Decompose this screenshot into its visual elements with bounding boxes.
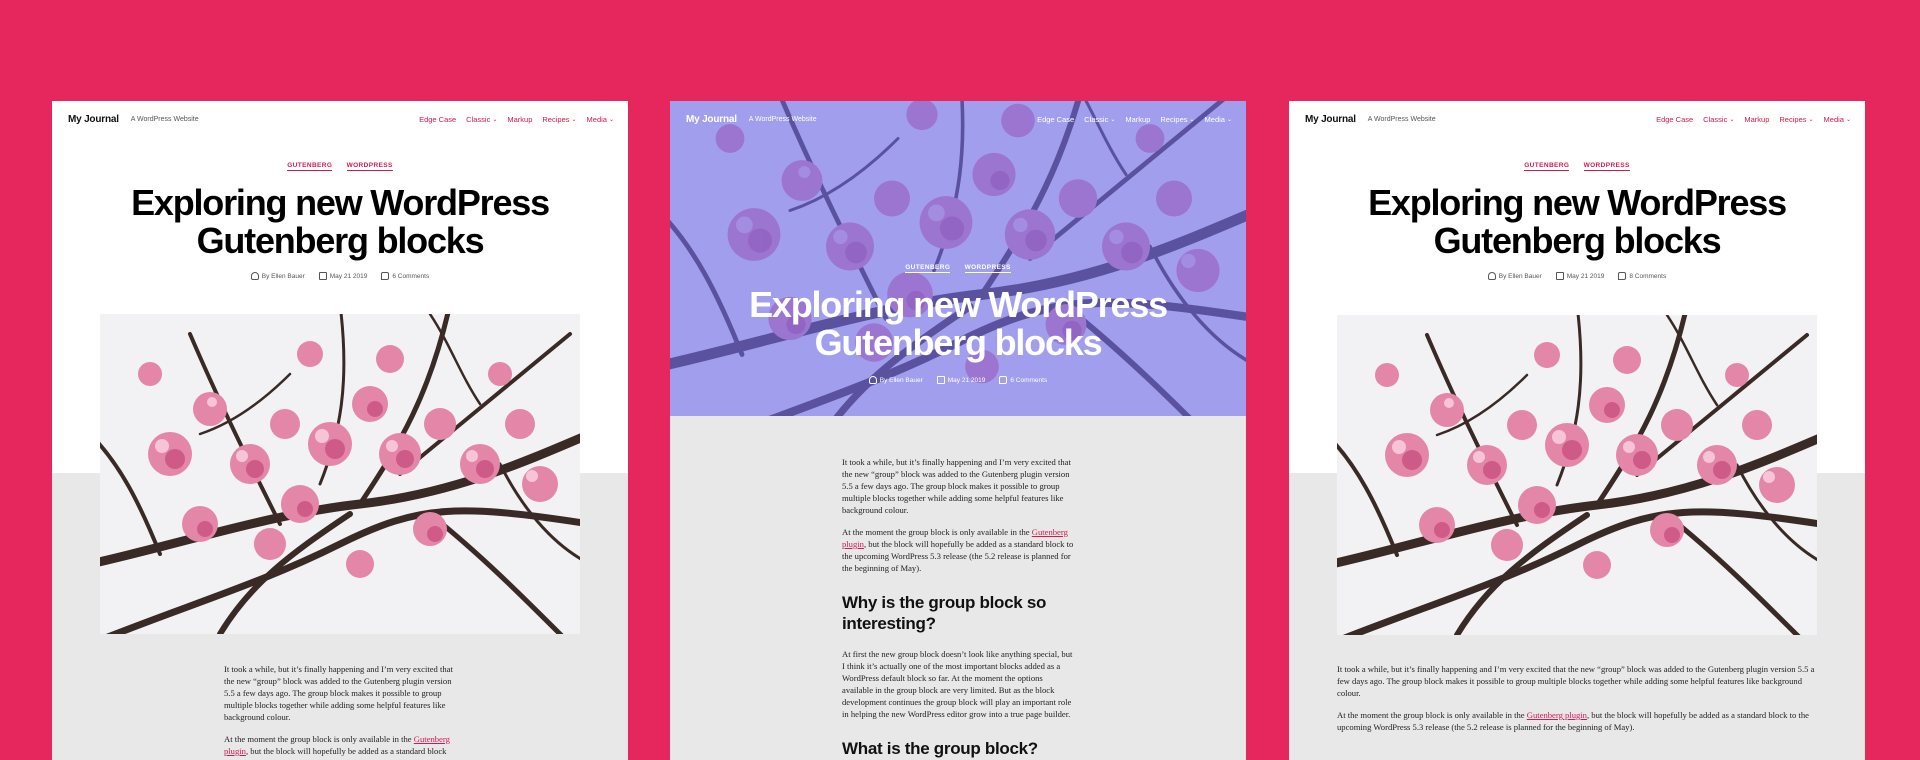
nav-item-recipes[interactable]: Recipes ⌄ xyxy=(1779,115,1813,124)
cherry-blossom-photo xyxy=(1337,315,1817,635)
post-categories: GUTENBERG WORDPRESS xyxy=(1289,162,1865,171)
calendar-icon xyxy=(936,376,945,384)
post-content: It took a while, but it’s finally happen… xyxy=(1337,663,1817,743)
chevron-down-icon: ⌄ xyxy=(1808,116,1814,123)
featured-image xyxy=(100,314,580,634)
category-link-gutenberg[interactable]: GUTENBERG xyxy=(905,264,951,273)
paragraph: At first the new group block doesn’t loo… xyxy=(842,649,1073,719)
nav-item-edge-case[interactable]: Edge Case xyxy=(1037,115,1074,124)
nav-item-classic[interactable]: Classic ⌄ xyxy=(1703,115,1734,124)
post-date[interactable]: May 21 2019 xyxy=(936,376,985,384)
nav-item-media[interactable]: Media ⌄ xyxy=(1824,115,1851,124)
post-author[interactable]: By Ellen Bauer xyxy=(1487,272,1542,280)
nav-item-recipes[interactable]: Recipes ⌄ xyxy=(1160,115,1194,124)
gutenberg-plugin-link[interactable]: Gutenberg plugin xyxy=(1527,710,1587,720)
site-header: My Journal A WordPress Website Edge Case… xyxy=(68,111,614,127)
featured-image xyxy=(1337,315,1817,635)
section-heading: What is the group block? xyxy=(842,739,1038,758)
comment-icon xyxy=(381,272,390,280)
post-meta: By Ellen Bauer May 21 2019 6 Comments xyxy=(52,272,628,280)
post-title: Exploring new WordPress Gutenberg blocks xyxy=(749,284,1168,363)
calendar-icon xyxy=(318,272,327,280)
post-content: It took a while, but it’s finally happen… xyxy=(224,663,454,760)
category-link-gutenberg[interactable]: GUTENBERG xyxy=(1524,162,1570,171)
category-link-wordpress[interactable]: WORDPRESS xyxy=(346,162,393,171)
chevron-down-icon: ⌄ xyxy=(1845,116,1851,123)
chevron-down-icon: ⌄ xyxy=(1226,116,1232,123)
post-categories: GUTENBERG WORDPRESS xyxy=(670,264,1246,273)
primary-nav: Edge Case Classic ⌄ Markup Recipes ⌄ Media… xyxy=(419,115,614,124)
preview-panel-cover: My Journal A WordPress Website Edge Case… xyxy=(670,101,1246,760)
comment-icon xyxy=(999,376,1008,384)
primary-nav: Edge Case Classic ⌄ Markup Recipes ⌄ Media… xyxy=(1037,115,1232,124)
cherry-blossom-photo xyxy=(670,101,1246,416)
site-tagline: A WordPress Website xyxy=(130,115,199,123)
nav-item-media[interactable]: Media ⌄ xyxy=(587,115,614,124)
post-comments[interactable]: 6 Comments xyxy=(999,376,1047,384)
paragraph: It took a while, but it’s finally happen… xyxy=(224,664,453,722)
paragraph: At the moment the group block is only av… xyxy=(842,527,1074,573)
category-link-wordpress[interactable]: WORDPRESS xyxy=(1583,162,1630,171)
site-header: My Journal A WordPress Website Edge Case… xyxy=(686,111,1232,127)
post-comments[interactable]: 8 Comments xyxy=(1618,272,1666,280)
paragraph: It took a while, but it’s finally happen… xyxy=(842,457,1071,515)
cherry-blossom-photo xyxy=(100,314,580,634)
site-title[interactable]: My Journal xyxy=(686,114,737,125)
nav-item-classic[interactable]: Classic ⌄ xyxy=(1084,115,1115,124)
chevron-down-icon: ⌄ xyxy=(492,116,498,123)
nav-item-media[interactable]: Media ⌄ xyxy=(1205,115,1232,124)
person-icon xyxy=(1487,272,1496,280)
paragraph: It took a while, but it’s finally happen… xyxy=(1337,664,1815,698)
nav-item-markup[interactable]: Markup xyxy=(507,115,532,124)
nav-item-edge-case[interactable]: Edge Case xyxy=(1656,115,1693,124)
chevron-down-icon: ⌄ xyxy=(608,116,614,123)
category-link-gutenberg[interactable]: GUTENBERG xyxy=(287,162,333,171)
nav-item-markup[interactable]: Markup xyxy=(1744,115,1769,124)
post-meta: By Ellen Bauer May 21 2019 6 Comments xyxy=(670,376,1246,384)
category-link-wordpress[interactable]: WORDPRESS xyxy=(964,264,1011,273)
post-date[interactable]: May 21 2019 xyxy=(1555,272,1604,280)
site-tagline: A WordPress Website xyxy=(748,115,817,123)
post-meta: By Ellen Bauer May 21 2019 8 Comments xyxy=(1289,272,1865,280)
site-title[interactable]: My Journal xyxy=(1305,114,1356,125)
post-author[interactable]: By Ellen Bauer xyxy=(250,272,305,280)
nav-item-markup[interactable]: Markup xyxy=(1125,115,1150,124)
preview-panel-default: My Journal A WordPress Website Edge Case… xyxy=(52,101,628,760)
post-categories: GUTENBERG WORDPRESS xyxy=(52,162,628,171)
post-author[interactable]: By Ellen Bauer xyxy=(868,376,923,384)
post-date[interactable]: May 21 2019 xyxy=(318,272,367,280)
nav-item-classic[interactable]: Classic ⌄ xyxy=(466,115,497,124)
nav-item-recipes[interactable]: Recipes ⌄ xyxy=(542,115,576,124)
person-icon xyxy=(868,376,877,384)
chevron-down-icon: ⌄ xyxy=(1729,116,1735,123)
site-tagline: A WordPress Website xyxy=(1367,115,1436,123)
section-heading: Why is the group block so interesting? xyxy=(842,593,1047,633)
comment-icon xyxy=(1618,272,1627,280)
person-icon xyxy=(250,272,259,280)
post-title: Exploring new WordPress Gutenberg blocks xyxy=(1368,182,1787,261)
nav-item-edge-case[interactable]: Edge Case xyxy=(419,115,456,124)
paragraph: At the moment the group block is only av… xyxy=(224,734,450,760)
post-title: Exploring new WordPress Gutenberg blocks xyxy=(131,182,550,261)
preview-panel-full-width: My Journal A WordPress Website Edge Case… xyxy=(1289,101,1865,760)
paragraph: At the moment the group block is only av… xyxy=(1337,710,1809,732)
site-header: My Journal A WordPress Website Edge Case… xyxy=(1305,111,1851,127)
site-title[interactable]: My Journal xyxy=(68,114,119,125)
primary-nav: Edge Case Classic ⌄ Markup Recipes ⌄ Media… xyxy=(1656,115,1851,124)
chevron-down-icon: ⌄ xyxy=(571,116,577,123)
post-content: It took a while, but it’s finally happen… xyxy=(842,456,1074,760)
chevron-down-icon: ⌄ xyxy=(1189,116,1195,123)
chevron-down-icon: ⌄ xyxy=(1110,116,1116,123)
cover-band xyxy=(670,101,1246,416)
post-comments[interactable]: 6 Comments xyxy=(381,272,429,280)
calendar-icon xyxy=(1555,272,1564,280)
